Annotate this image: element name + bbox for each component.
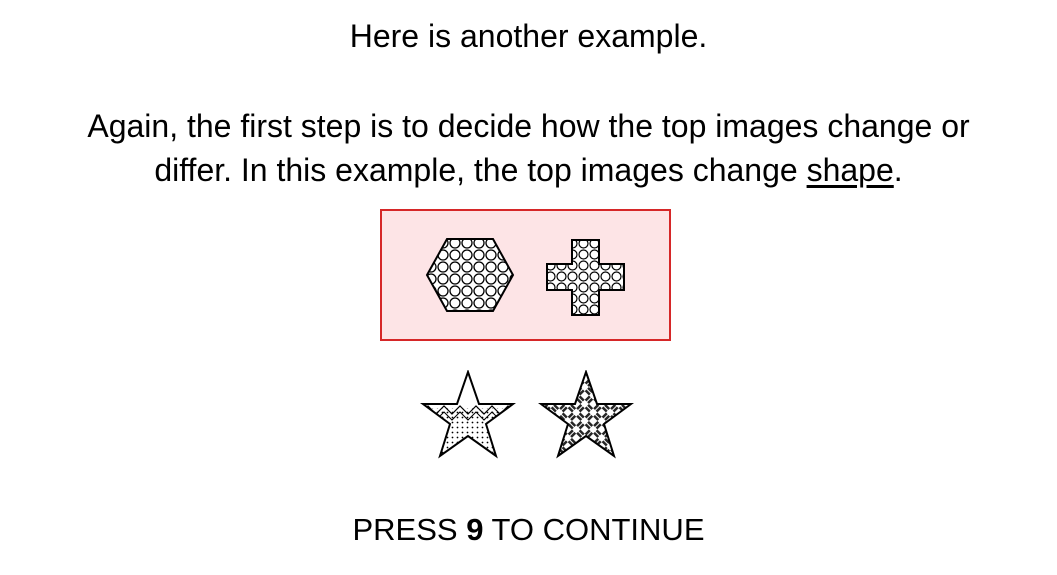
- star-icon: [538, 370, 634, 459]
- instruction-line-2: differ. In this example, the top images …: [0, 148, 1057, 192]
- instruction-line-1: Again, the first step is to decide how t…: [87, 108, 970, 144]
- highlight-box: [380, 209, 671, 341]
- star-icon: [420, 370, 516, 459]
- press-suffix: TO CONTINUE: [483, 512, 705, 547]
- continue-prompt: PRESS 9 TO CONTINUE: [0, 508, 1057, 552]
- hexagon-icon: [425, 238, 515, 312]
- keyword-shape: shape: [806, 152, 894, 188]
- page-heading: Here is another example.: [349, 18, 708, 54]
- instruction-period: .: [893, 152, 903, 188]
- continue-key: 9: [466, 512, 484, 547]
- press-prefix: PRESS: [352, 512, 467, 547]
- plus-icon: [546, 239, 625, 316]
- instruction-text: differ. In this example, the top images …: [154, 152, 807, 188]
